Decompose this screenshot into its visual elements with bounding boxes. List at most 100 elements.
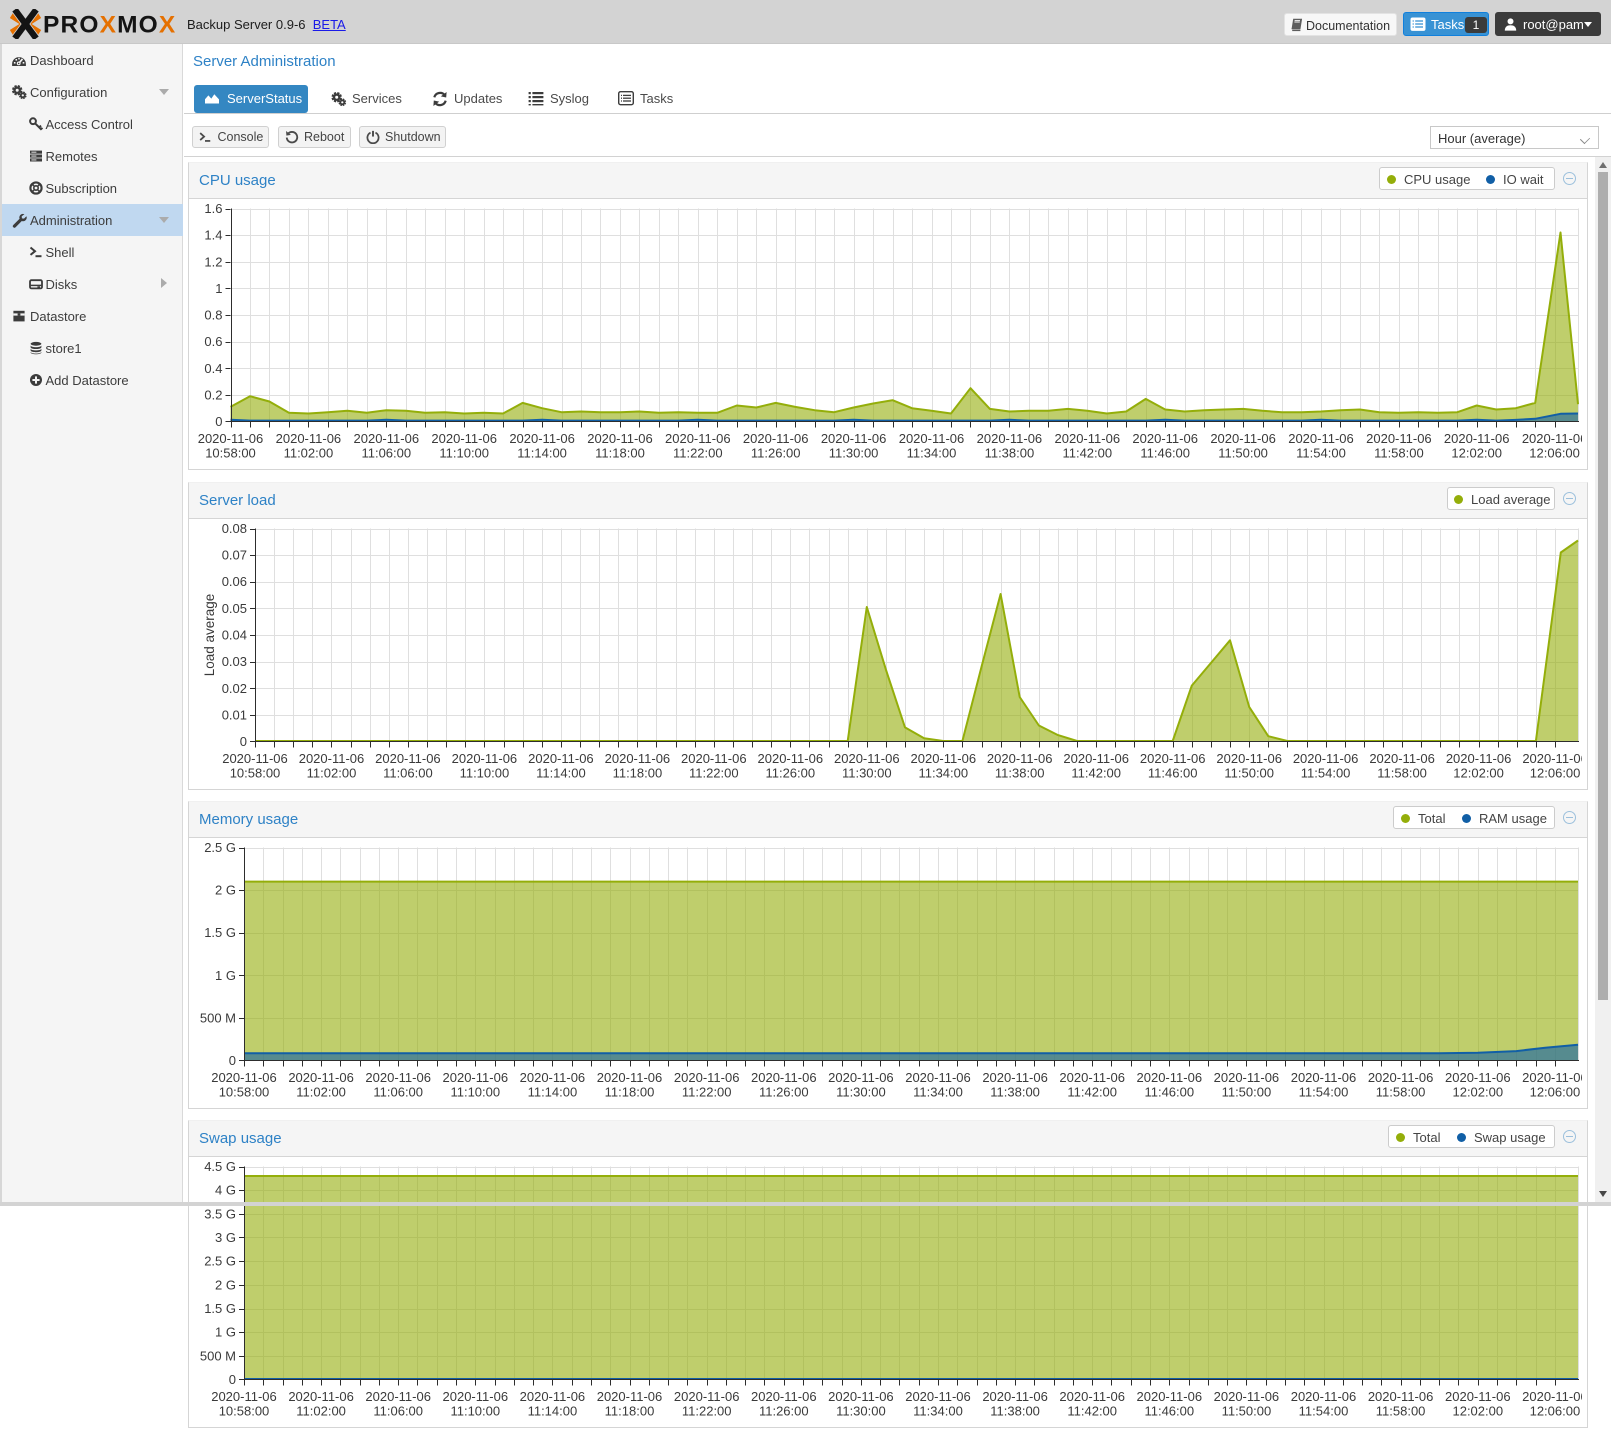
svg-text:2020-11-06: 2020-11-06: [828, 1389, 894, 1404]
svg-text:11:10:00: 11:10:00: [450, 1404, 500, 1419]
svg-text:2020-11-06: 2020-11-06: [821, 431, 887, 446]
svg-text:11:38:00: 11:38:00: [995, 766, 1045, 781]
svg-text:11:30:00: 11:30:00: [836, 1085, 886, 1100]
svg-text:0.07: 0.07: [222, 548, 247, 563]
svg-text:2020-11-06: 2020-11-06: [674, 1389, 740, 1404]
svg-text:2020-11-06: 2020-11-06: [977, 431, 1043, 446]
svg-text:2020-11-06: 2020-11-06: [1063, 751, 1129, 766]
svg-text:11:38:00: 11:38:00: [990, 1404, 1040, 1419]
svg-text:12:06:00: 12:06:00: [1530, 1404, 1581, 1419]
svg-text:2020-11-06: 2020-11-06: [828, 1070, 894, 1085]
svg-text:2020-11-06: 2020-11-06: [587, 431, 653, 446]
svg-text:11:18:00: 11:18:00: [595, 446, 645, 461]
svg-text:2020-11-06: 2020-11-06: [375, 751, 441, 766]
svg-text:11:38:00: 11:38:00: [985, 446, 1035, 461]
svg-text:2020-11-06: 2020-11-06: [354, 431, 420, 446]
svg-text:2020-11-06: 2020-11-06: [597, 1070, 663, 1085]
svg-text:2020-11-06: 2020-11-06: [528, 751, 594, 766]
svg-text:2020-11-06: 2020-11-06: [911, 751, 977, 766]
svg-text:2020-11-06: 2020-11-06: [1522, 431, 1582, 446]
svg-text:11:30:00: 11:30:00: [829, 446, 879, 461]
svg-text:12:02:00: 12:02:00: [1452, 1404, 1503, 1419]
svg-text:11:26:00: 11:26:00: [765, 766, 815, 781]
svg-text:2020-11-06: 2020-11-06: [288, 1070, 354, 1085]
svg-text:11:10:00: 11:10:00: [460, 766, 510, 781]
svg-text:3 G: 3 G: [215, 1230, 236, 1245]
svg-text:Load average: Load average: [202, 594, 217, 677]
svg-text:11:46:00: 11:46:00: [1144, 1404, 1194, 1419]
svg-text:0.06: 0.06: [222, 574, 247, 589]
svg-text:2020-11-06: 2020-11-06: [665, 431, 731, 446]
svg-text:2020-11-06: 2020-11-06: [1293, 751, 1359, 766]
svg-text:2020-11-06: 2020-11-06: [431, 431, 497, 446]
svg-text:2020-11-06: 2020-11-06: [834, 751, 900, 766]
svg-text:11:46:00: 11:46:00: [1148, 766, 1198, 781]
svg-text:1.2: 1.2: [204, 254, 222, 269]
svg-text:0.03: 0.03: [222, 654, 247, 669]
svg-text:11:26:00: 11:26:00: [759, 1085, 809, 1100]
svg-text:1 G: 1 G: [215, 1325, 236, 1340]
svg-text:2020-11-06: 2020-11-06: [211, 1070, 277, 1085]
svg-text:1 G: 1 G: [215, 968, 236, 983]
svg-text:2020-11-06: 2020-11-06: [1522, 1070, 1582, 1085]
svg-text:2020-11-06: 2020-11-06: [1446, 751, 1512, 766]
svg-text:2020-11-06: 2020-11-06: [1137, 1389, 1203, 1404]
svg-text:11:42:00: 11:42:00: [1062, 446, 1112, 461]
svg-text:11:58:00: 11:58:00: [1376, 1404, 1426, 1419]
svg-text:2020-11-06: 2020-11-06: [597, 1389, 663, 1404]
svg-text:11:50:00: 11:50:00: [1222, 1085, 1272, 1100]
svg-text:1.5 G: 1.5 G: [204, 1301, 236, 1316]
svg-text:11:22:00: 11:22:00: [689, 766, 739, 781]
svg-text:11:46:00: 11:46:00: [1140, 446, 1190, 461]
svg-text:11:38:00: 11:38:00: [990, 1085, 1040, 1100]
svg-text:11:22:00: 11:22:00: [682, 1404, 732, 1419]
svg-text:2020-11-06: 2020-11-06: [520, 1070, 586, 1085]
svg-text:11:42:00: 11:42:00: [1067, 1085, 1117, 1100]
svg-text:2020-11-06: 2020-11-06: [299, 751, 365, 766]
svg-text:2020-11-06: 2020-11-06: [1059, 1389, 1125, 1404]
svg-text:2020-11-06: 2020-11-06: [1445, 1070, 1511, 1085]
svg-text:11:58:00: 11:58:00: [1376, 1085, 1426, 1100]
svg-text:11:10:00: 11:10:00: [450, 1085, 500, 1100]
svg-text:2020-11-06: 2020-11-06: [452, 751, 518, 766]
svg-text:2020-11-06: 2020-11-06: [1366, 431, 1432, 446]
svg-text:2020-11-06: 2020-11-06: [1140, 751, 1206, 766]
svg-text:4.5 G: 4.5 G: [204, 1159, 236, 1174]
svg-text:11:26:00: 11:26:00: [751, 446, 801, 461]
svg-text:12:06:00: 12:06:00: [1530, 1085, 1581, 1100]
svg-text:2020-11-06: 2020-11-06: [1055, 431, 1121, 446]
svg-text:2020-11-06: 2020-11-06: [1291, 1070, 1357, 1085]
svg-text:2020-11-06: 2020-11-06: [1210, 431, 1276, 446]
svg-text:2 G: 2 G: [215, 1277, 236, 1292]
svg-text:2020-11-06: 2020-11-06: [1214, 1389, 1280, 1404]
svg-text:0.6: 0.6: [204, 334, 222, 349]
svg-text:11:30:00: 11:30:00: [842, 766, 892, 781]
svg-text:11:34:00: 11:34:00: [913, 1404, 963, 1419]
svg-text:11:06:00: 11:06:00: [373, 1085, 423, 1100]
svg-text:0.4: 0.4: [204, 361, 222, 376]
svg-text:2.5 G: 2.5 G: [204, 1254, 236, 1269]
svg-text:1.6: 1.6: [204, 201, 222, 216]
svg-text:2020-11-06: 2020-11-06: [743, 431, 809, 446]
svg-text:11:26:00: 11:26:00: [759, 1404, 809, 1419]
svg-text:2020-11-06: 2020-11-06: [1216, 751, 1282, 766]
svg-text:11:02:00: 11:02:00: [296, 1085, 346, 1100]
svg-text:2020-11-06: 2020-11-06: [222, 751, 288, 766]
svg-text:2020-11-06: 2020-11-06: [520, 1389, 586, 1404]
svg-text:0: 0: [229, 1053, 236, 1068]
svg-text:11:06:00: 11:06:00: [383, 766, 433, 781]
svg-text:11:30:00: 11:30:00: [836, 1404, 886, 1419]
svg-text:2020-11-06: 2020-11-06: [1059, 1070, 1125, 1085]
svg-text:0: 0: [215, 414, 222, 429]
svg-text:2020-11-06: 2020-11-06: [982, 1070, 1048, 1085]
svg-text:500 M: 500 M: [200, 1348, 236, 1363]
svg-text:2020-11-06: 2020-11-06: [1444, 431, 1510, 446]
svg-text:11:34:00: 11:34:00: [918, 766, 968, 781]
svg-text:2020-11-06: 2020-11-06: [443, 1389, 509, 1404]
svg-text:11:54:00: 11:54:00: [1301, 766, 1351, 781]
svg-text:2020-11-06: 2020-11-06: [365, 1389, 431, 1404]
svg-text:2020-11-06: 2020-11-06: [605, 751, 671, 766]
svg-text:2020-11-06: 2020-11-06: [288, 1389, 354, 1404]
svg-text:12:06:00: 12:06:00: [1530, 766, 1581, 781]
svg-text:11:02:00: 11:02:00: [296, 1404, 346, 1419]
